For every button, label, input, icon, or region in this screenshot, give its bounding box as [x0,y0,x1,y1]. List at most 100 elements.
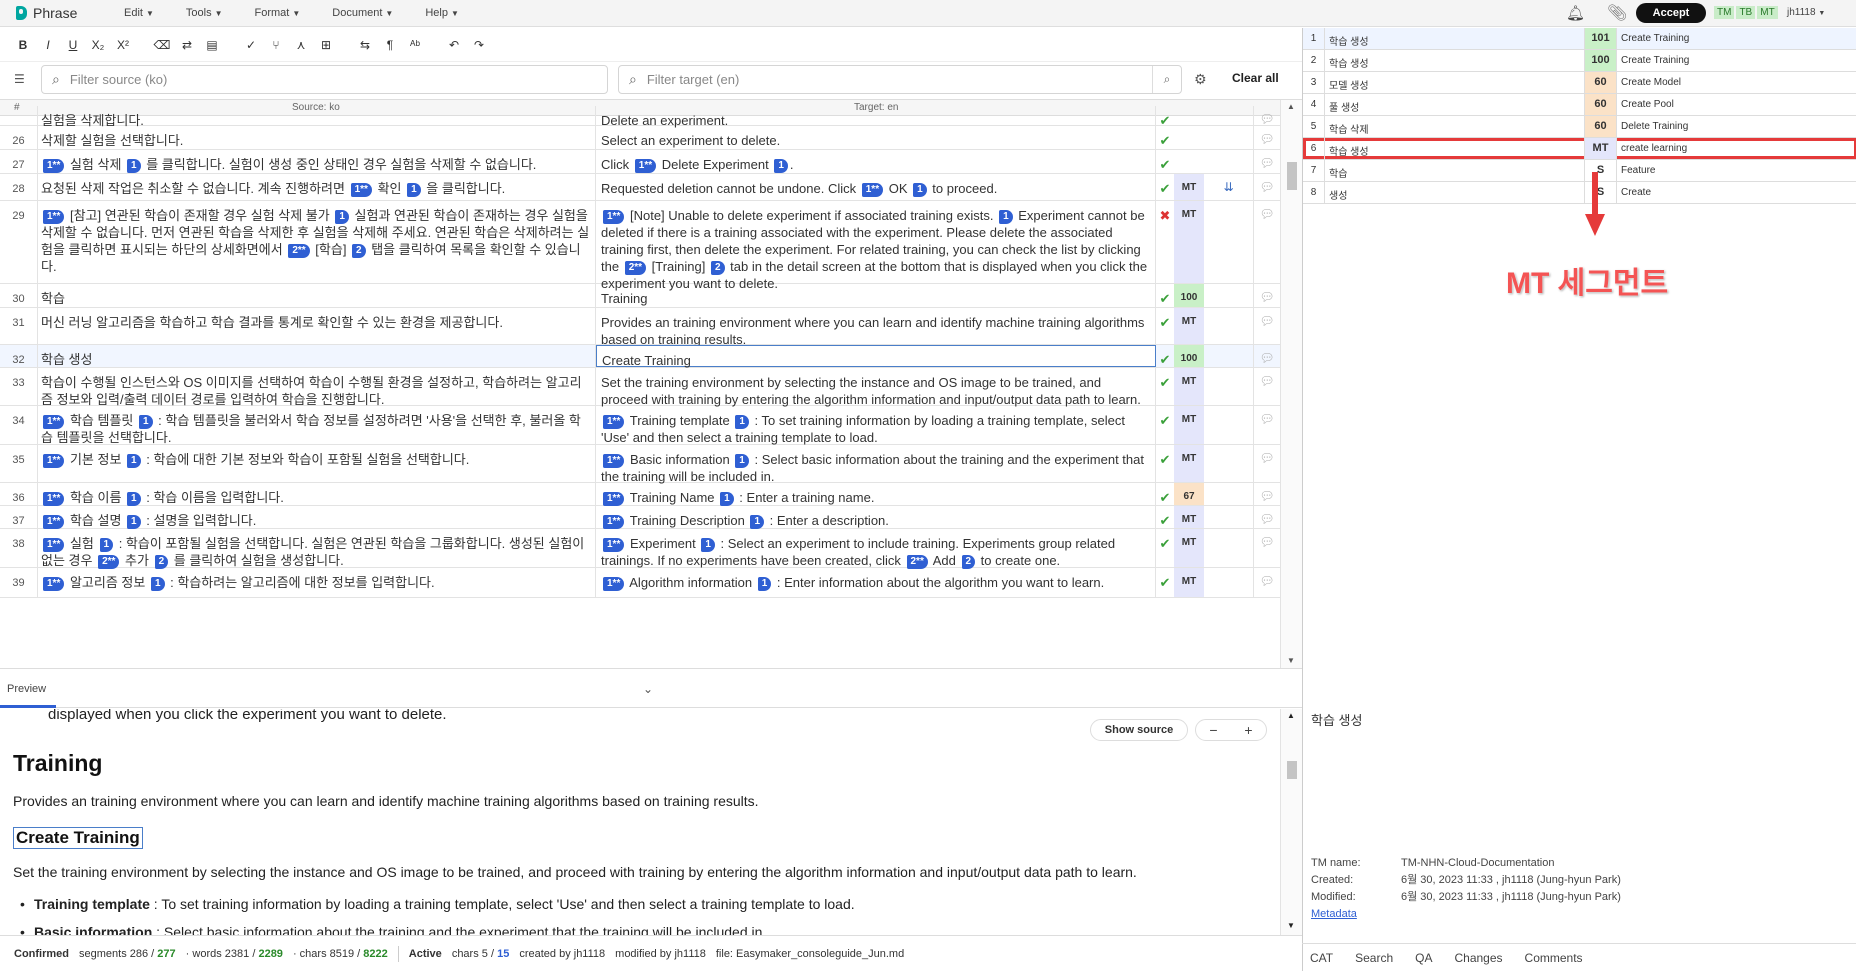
target-cell[interactable]: Training [596,284,1156,307]
confirmed-check-icon[interactable]: ✔ [1156,126,1174,149]
segment-row[interactable]: 실험을 삭제합니다. Delete an experiment. ✔ 💬︎ [0,106,1280,128]
tm-match-row[interactable]: 2 학습 생성 100 Create Training [1303,50,1856,72]
menu-edit[interactable]: Edit ▼ [124,7,154,19]
source-cell[interactable]: 머신 러닝 알고리즘을 학습하고 학습 결과를 통계로 확인할 수 있는 환경을… [38,308,596,344]
clear-all-button[interactable]: Clear all [1232,71,1279,85]
confirmed-check-icon[interactable]: ✔ [1156,284,1174,307]
tag-open[interactable]: 1** [43,576,65,591]
source-cell[interactable]: 1** 실험 1 : 학습이 포함될 실험을 선택합니다. 실험은 연관된 학습… [38,529,596,569]
tag-open[interactable]: 1** [350,182,372,197]
segment-row[interactable]: 38 1** 실험 1 : 학습이 포함될 실험을 선택합니다. 실험은 연관된 … [0,529,1280,569]
source-cell[interactable]: 학습 [38,284,596,307]
tag-open[interactable]: 2** [288,243,310,258]
target-cell[interactable]: 1** Algorithm information 1 : Enter info… [596,568,1156,597]
zoom-out-button[interactable]: − [1209,722,1217,738]
comment-icon[interactable]: 💬︎ [1254,529,1280,567]
source-cell[interactable]: 요청된 삭제 작업은 취소할 수 없습니다. 계속 진행하려면 1** 확인 1… [38,174,596,200]
tm-match-row[interactable]: 7 학습 S Feature [1303,160,1856,182]
confirmed-check-icon[interactable]: ✔ [1156,529,1174,567]
comment-icon[interactable]: 💬︎ [1254,106,1280,126]
scroll-up-icon[interactable]: ▲ [1287,711,1295,720]
target-filter-input[interactable]: ⌕ Filter target (en) ⌕ [618,65,1182,94]
preview-scrollbar[interactable]: ▲ ▼ [1280,709,1302,935]
tag-open[interactable]: 1** [603,491,625,506]
tag-open[interactable]: 1** [634,158,657,173]
tab-changes[interactable]: Changes [1454,951,1502,965]
target-cell[interactable]: 1** Training Description 1 : Enter a des… [596,506,1156,529]
tab-cat[interactable]: CAT [1310,951,1333,965]
tag-close[interactable]: 1 [139,414,153,429]
confirmed-check-icon[interactable]: ✔ [1156,445,1174,482]
tm-match-row[interactable]: 1 학습 생성 101 Create Training [1303,28,1856,50]
menu-document[interactable]: Document ▼ [332,7,393,19]
target-cell[interactable]: 1** Basic information 1 : Select basic i… [596,445,1156,484]
segment-row[interactable]: 32 학습 생성 Create Training ✔ 100 💬︎ [0,345,1280,368]
preview-subheading-active[interactable]: Create Training [13,827,143,849]
tm-match-row-mt-highlighted[interactable]: 6 학습 생성 MT create learning [1303,138,1856,160]
target-cell[interactable]: Provides an training environment where y… [596,308,1156,347]
tag-open[interactable]: 1** [603,514,625,529]
join-icon[interactable]: ⋏ [290,34,312,56]
confirmed-check-icon[interactable]: ✔ [1156,568,1174,597]
comment-icon[interactable]: 💬︎ [1254,308,1280,344]
confirmed-check-icon[interactable]: ✔ [1156,483,1174,505]
source-cell[interactable]: 1** 학습 이름 1 : 학습 이름을 입력합니다. [38,483,596,506]
advanced-search-icon[interactable]: ⌕ [1152,66,1181,93]
scroll-thumb[interactable] [1287,162,1297,190]
target-cell[interactable]: 1** Training Name 1 : Enter a training n… [596,483,1156,506]
comment-icon[interactable]: 💬︎ [1254,174,1280,200]
tag-open[interactable]: 1** [43,537,65,552]
grid-scrollbar[interactable]: ▲ ▼ [1280,100,1302,668]
superscript-button[interactable]: X² [112,34,134,56]
confirmed-check-icon[interactable]: ✔ [1156,368,1174,405]
undo-icon[interactable]: ↶ [443,34,465,56]
confirmed-check-icon[interactable]: ✔ [1156,174,1174,200]
target-cell[interactable]: Delete an experiment. [596,106,1156,128]
comment-icon[interactable]: 💬︎ [1254,568,1280,597]
tab-search[interactable]: Search [1355,951,1393,965]
tag-open[interactable]: 1** [43,453,65,468]
find-replace-icon[interactable]: ⇆ [354,34,376,56]
tag-open[interactable]: 1** [43,491,65,506]
target-cell[interactable]: Set the training environment by selectin… [596,368,1156,407]
source-cell[interactable]: 삭제할 실험을 선택합니다. [38,126,596,149]
target-cell[interactable]: Click 1** Delete Experiment 1. [596,150,1156,173]
tag-open[interactable]: 1** [43,414,65,429]
tag-close[interactable]: 1 [99,537,114,552]
tag-close[interactable]: 1 [127,514,141,529]
paperclip-icon[interactable]: 📎︎ [1607,3,1627,23]
comment-icon[interactable]: 💬︎ [1254,406,1280,444]
tag-open[interactable]: 2** [906,554,928,569]
segment-row[interactable]: 29 1** [참고] 연관된 학습이 존재할 경우 실험 삭제 불가 1 실험과… [0,201,1280,291]
tag-close[interactable]: 1 [127,158,141,173]
tag-open[interactable]: 1** [43,209,65,224]
show-source-button[interactable]: Show source [1090,719,1188,741]
tag-close[interactable]: 1 [701,537,715,552]
menu-tools[interactable]: Tools ▼ [186,7,223,19]
segment-row[interactable]: 31 머신 러닝 알고리즘을 학습하고 학습 결과를 통계로 확인할 수 있는 환… [0,308,1280,347]
tag-close[interactable]: 1 [720,491,734,506]
toggle-tb[interactable]: TB [1736,6,1756,19]
tab-preview[interactable]: Preview [7,683,46,695]
segment-row[interactable]: 37 1** 학습 설명 1 : 설명을 입력합니다. 1** Training D… [0,506,1280,529]
underline-button[interactable]: U [62,34,84,56]
tab-comments[interactable]: Comments [1525,951,1583,965]
zoom-in-button[interactable]: + [1244,722,1252,738]
tag-close[interactable]: 1 [757,576,772,591]
source-cell[interactable]: 학습 생성 [38,345,596,367]
confirmed-check-icon[interactable]: ✔ [1156,506,1174,528]
confirmed-check-icon[interactable]: ✔ [1156,345,1174,367]
tag-close[interactable]: 1 [999,209,1013,224]
tm-match-row[interactable]: 3 모델 생성 60 Create Model [1303,72,1856,94]
scroll-down-icon[interactable]: ▼ [1287,921,1295,930]
toggle-tm[interactable]: TM [1714,6,1735,19]
sliders-icon[interactable]: ⚙︎ [1194,71,1207,88]
tag-open[interactable]: 1** [603,576,625,591]
tab-qa[interactable]: QA [1415,951,1432,965]
spell-check-icon[interactable]: ᴬᵇ [404,34,426,56]
insert-tags-icon[interactable]: ▤ [201,34,223,56]
metadata-link[interactable]: Metadata [1311,908,1357,920]
tag-close[interactable]: 2 [710,260,725,275]
funnel-icon[interactable]: ☰ [14,72,25,86]
confirmed-check-icon[interactable]: ✔ [1156,406,1174,444]
